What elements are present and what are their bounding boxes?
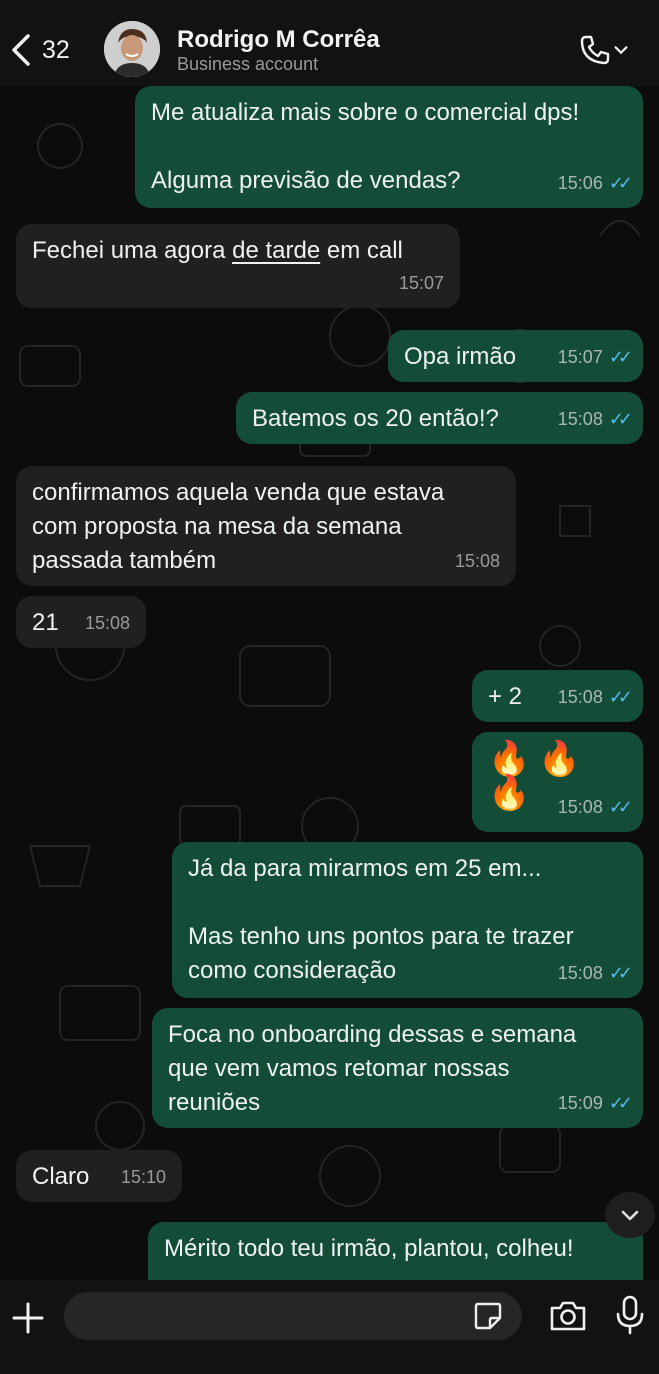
- message-time: 15:08: [84, 613, 130, 633]
- message-bubble-incoming[interactable]: confirmamos aquela venda que estava com …: [16, 466, 516, 586]
- chevron-down-icon: [621, 1210, 639, 1221]
- message-meta: 15:07 ✓✓: [557, 340, 633, 374]
- composer-bar: [0, 1280, 659, 1374]
- call-button[interactable]: [578, 30, 638, 70]
- back-button[interactable]: 32: [8, 28, 88, 72]
- chevron-down-icon: [614, 46, 628, 55]
- read-ticks-icon: ✓✓: [608, 409, 633, 429]
- message-bubble-outgoing[interactable]: 🔥🔥🔥 15:08 ✓✓: [472, 732, 643, 832]
- message-meta: 15:09 ✓✓: [557, 1086, 633, 1120]
- avatar[interactable]: [104, 21, 160, 77]
- message-bubble-outgoing[interactable]: Opa irmão 15:07 ✓✓: [388, 330, 643, 382]
- read-ticks-icon: ✓✓: [608, 173, 633, 193]
- message-bubble-outgoing[interactable]: Mérito todo teu irmão, plantou, colheu!: [148, 1222, 643, 1280]
- business-account-label: Business account: [177, 54, 319, 74]
- read-ticks-icon: ✓✓: [608, 963, 633, 983]
- read-ticks-icon: ✓✓: [608, 1093, 633, 1113]
- message-text: confirmamos aquela venda que estava com …: [32, 479, 445, 574]
- message-input[interactable]: [64, 1292, 522, 1340]
- message-text: Mérito todo teu irmão, plantou, colheu!: [164, 1235, 574, 1262]
- message-meta: 15:08: [85, 606, 130, 640]
- message-meta: 15:08 ✓✓: [557, 680, 633, 714]
- message-text: Me atualiza mais sobre o comercial dps! …: [151, 99, 580, 194]
- back-chevron-icon: [12, 34, 30, 66]
- message-time: 15:07: [398, 273, 444, 293]
- phone-icon: [580, 35, 610, 65]
- message-list[interactable]: Me atualiza mais sobre o comercial dps! …: [0, 86, 659, 1280]
- message-bubble-outgoing[interactable]: + 2 15:08 ✓✓: [472, 670, 643, 722]
- date-link[interactable]: de tarde: [232, 237, 320, 264]
- read-ticks-icon: ✓✓: [608, 687, 633, 707]
- sticker-icon[interactable]: [472, 1300, 504, 1332]
- chat-header: 32 Rodrigo M Corrêa Business account: [0, 0, 659, 86]
- message-meta: 15:06 ✓✓: [557, 166, 633, 200]
- message-bubble-incoming[interactable]: Claro 15:10: [16, 1150, 182, 1202]
- scroll-to-bottom-button[interactable]: [605, 1192, 655, 1238]
- message-meta: 15:08 ✓✓: [557, 402, 633, 436]
- message-meta: 15:08 ✓✓: [557, 790, 633, 824]
- message-bubble-outgoing[interactable]: Foca no onboarding dessas e semana que v…: [152, 1008, 643, 1128]
- mic-icon[interactable]: [612, 1294, 648, 1336]
- message-time: 15:08: [557, 963, 603, 983]
- read-ticks-icon: ✓✓: [608, 347, 633, 367]
- message-bubble-incoming[interactable]: Fechei uma agora de tarde em call 15:07: [16, 224, 460, 308]
- message-time: 15:06: [557, 173, 603, 193]
- message-text: Fechei uma agora de tarde em call: [32, 237, 403, 264]
- message-time: 15:08: [557, 797, 603, 817]
- message-time: 15:08: [454, 551, 500, 571]
- camera-icon[interactable]: [548, 1298, 588, 1334]
- unread-count: 32: [42, 35, 70, 64]
- contact-name[interactable]: Rodrigo M Corrêa: [177, 26, 380, 54]
- read-ticks-icon: ✓✓: [608, 797, 633, 817]
- message-time: 15:07: [557, 347, 603, 367]
- message-bubble-incoming[interactable]: 21 15:08: [16, 596, 146, 648]
- message-meta: 15:07: [399, 266, 444, 300]
- message-meta: 15:10: [121, 1160, 166, 1194]
- plus-icon[interactable]: [8, 1298, 48, 1338]
- message-bubble-outgoing[interactable]: Batemos os 20 então!? 15:08 ✓✓: [236, 392, 643, 444]
- message-meta: 15:08 ✓✓: [557, 956, 633, 990]
- message-time: 15:08: [557, 687, 603, 707]
- message-meta: 15:08: [455, 544, 500, 578]
- message-time: 15:10: [120, 1167, 166, 1187]
- message-bubble-outgoing[interactable]: Já da para mirarmos em 25 em... Mas tenh…: [172, 842, 643, 998]
- message-time: 15:09: [557, 1093, 603, 1113]
- message-time: 15:08: [557, 409, 603, 429]
- message-bubble-outgoing[interactable]: Me atualiza mais sobre o comercial dps! …: [135, 86, 643, 208]
